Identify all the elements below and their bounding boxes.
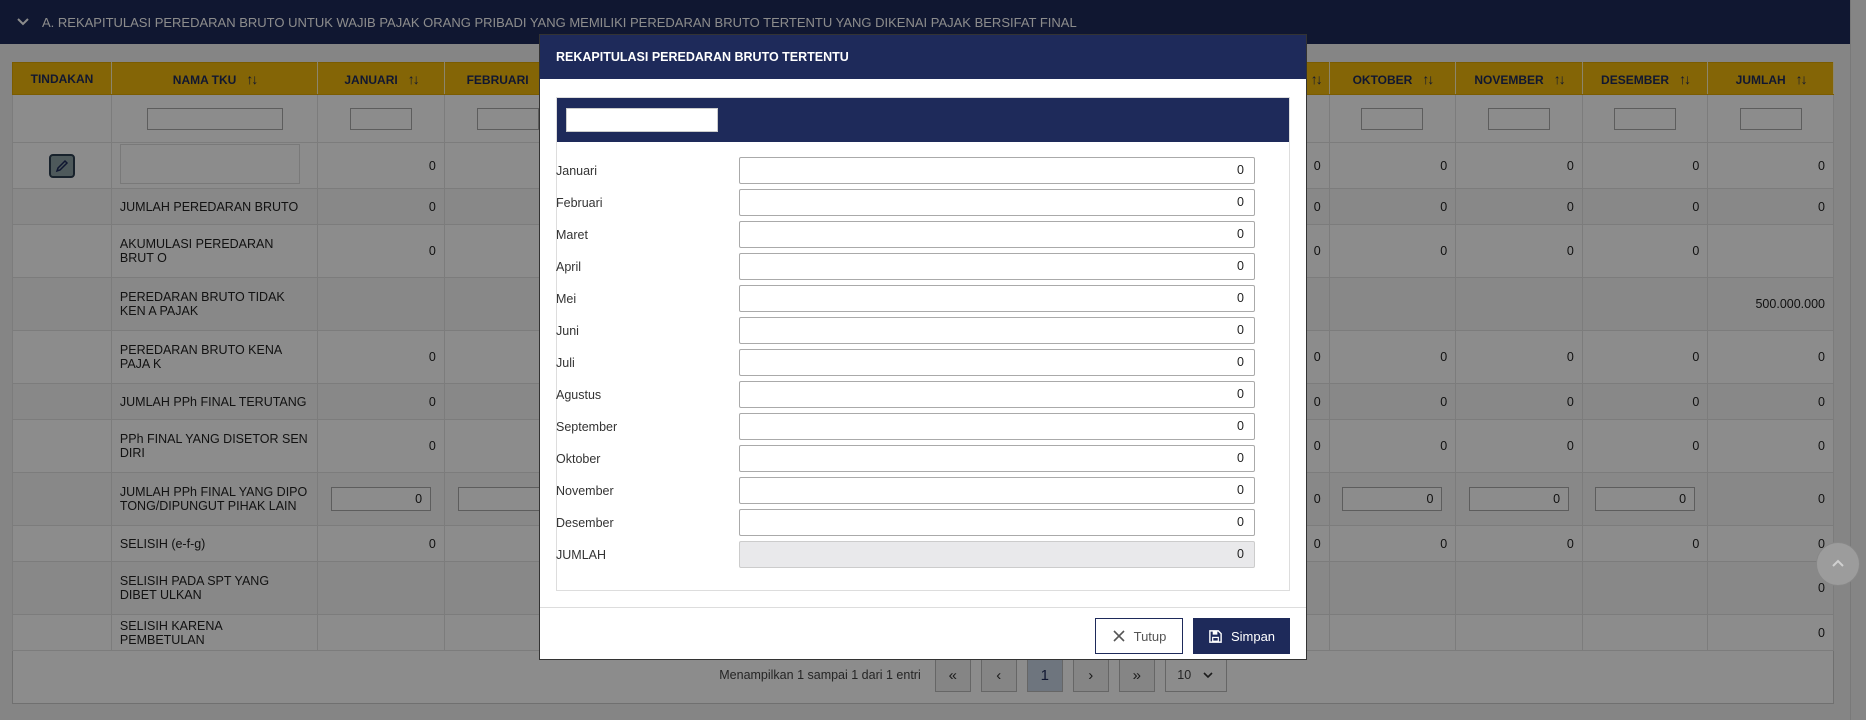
field-agustus: Agustus 0	[556, 381, 1255, 408]
mei-input[interactable]: 0	[739, 285, 1255, 312]
field-juni: Juni 0	[556, 317, 1255, 344]
november-input[interactable]: 0	[739, 477, 1255, 504]
tku-name-field[interactable]	[566, 108, 718, 132]
field-september: September 0	[556, 413, 1255, 440]
februari-input[interactable]: 0	[739, 189, 1255, 216]
field-oktober: Oktober 0	[556, 445, 1255, 472]
modal-title: REKAPITULASI PEREDARAN BRUTO TERTENTU	[556, 50, 849, 64]
desember-input[interactable]: 0	[739, 509, 1255, 536]
save-button[interactable]: Simpan	[1193, 618, 1290, 654]
close-button[interactable]: Tutup	[1095, 618, 1183, 654]
juni-input[interactable]: 0	[739, 317, 1255, 344]
juli-input[interactable]: 0	[739, 349, 1255, 376]
scroll-to-top-button[interactable]	[1816, 542, 1860, 586]
field-desember: Desember 0	[556, 509, 1255, 536]
oktober-input[interactable]: 0	[739, 445, 1255, 472]
september-input[interactable]: 0	[739, 413, 1255, 440]
field-mei: Mei 0	[556, 285, 1255, 312]
field-jumlah: JUMLAH 0	[556, 541, 1255, 568]
april-input[interactable]: 0	[739, 253, 1255, 280]
field-februari: Februari 0	[556, 189, 1255, 216]
rekap-modal: REKAPITULASI PEREDARAN BRUTO TERTENTU Ja…	[539, 34, 1307, 660]
close-icon	[1113, 630, 1125, 642]
agustus-input[interactable]: 0	[739, 381, 1255, 408]
card-header	[557, 98, 1289, 142]
jumlah-input: 0	[739, 541, 1255, 568]
chevron-up-icon	[1832, 559, 1844, 567]
modal-header: REKAPITULASI PEREDARAN BRUTO TERTENTU	[540, 35, 1306, 79]
field-november: November 0	[556, 477, 1255, 504]
field-maret: Maret 0	[556, 221, 1255, 248]
field-juli: Juli 0	[556, 349, 1255, 376]
januari-input[interactable]: 0	[739, 157, 1255, 184]
field-april: April 0	[556, 253, 1255, 280]
save-icon	[1209, 629, 1222, 643]
modal-footer: Tutup Simpan	[540, 607, 1306, 660]
maret-input[interactable]: 0	[739, 221, 1255, 248]
field-januari: Januari 0	[556, 157, 1255, 184]
